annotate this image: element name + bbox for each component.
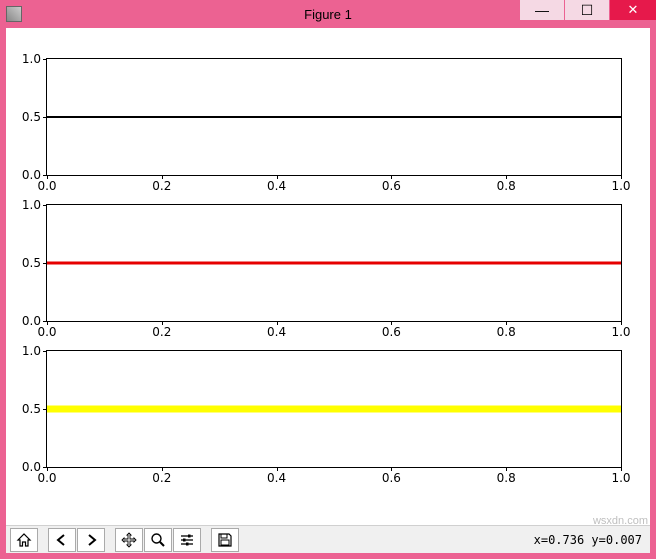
close-button[interactable]: ✕ xyxy=(610,0,656,20)
zoom-button[interactable] xyxy=(144,528,172,552)
matplotlib-toolbar: x=0.736 y=0.007 xyxy=(6,525,650,553)
xtick-label: 0.2 xyxy=(152,325,171,339)
xtick-label: 0.0 xyxy=(37,325,56,339)
home-button[interactable] xyxy=(10,528,38,552)
subplot-2[interactable]: 1.0 0.5 0.0 0.0 0.2 0.4 0.6 0.8 1.0 xyxy=(46,204,622,322)
maximize-button[interactable]: ☐ xyxy=(565,0,609,20)
forward-button[interactable] xyxy=(77,528,105,552)
subplot-3[interactable]: 1.0 0.5 0.0 0.0 0.2 0.4 0.6 0.8 1.0 xyxy=(46,350,622,468)
cursor-coordinates: x=0.736 y=0.007 xyxy=(534,533,646,547)
xtick-label: 1.0 xyxy=(611,325,630,339)
ytick-label: 1.0 xyxy=(22,52,41,66)
figure-canvas[interactable]: 1.0 0.5 0.0 0.0 0.2 0.4 0.6 0.8 1.0 1.0 … xyxy=(6,28,650,525)
xtick-label: 0.4 xyxy=(267,179,286,193)
zoom-icon xyxy=(150,532,166,548)
move-icon xyxy=(121,532,137,548)
xtick-label: 0.8 xyxy=(497,179,516,193)
plot-line-2 xyxy=(47,262,621,265)
plot-line-3 xyxy=(47,406,621,413)
xtick-label: 0.8 xyxy=(497,325,516,339)
xtick-label: 0.0 xyxy=(37,179,56,193)
arrow-left-icon xyxy=(54,532,70,548)
save-icon xyxy=(217,532,233,548)
client-area: 1.0 0.5 0.0 0.0 0.2 0.4 0.6 0.8 1.0 1.0 … xyxy=(6,28,650,553)
titlebar[interactable]: Figure 1 — ☐ ✕ xyxy=(0,0,656,28)
xtick-label: 0.8 xyxy=(497,471,516,485)
configure-subplots-button[interactable] xyxy=(173,528,201,552)
minimize-icon: — xyxy=(535,2,549,18)
close-icon: ✕ xyxy=(628,2,639,18)
plot-line-1 xyxy=(47,116,621,118)
xtick-label: 0.2 xyxy=(152,471,171,485)
xtick-label: 0.2 xyxy=(152,179,171,193)
ytick-label: 0.5 xyxy=(22,402,41,416)
ytick-label: 1.0 xyxy=(22,344,41,358)
back-button[interactable] xyxy=(48,528,76,552)
ytick-label: 0.5 xyxy=(22,110,41,124)
xtick-label: 0.4 xyxy=(267,325,286,339)
maximize-icon: ☐ xyxy=(581,2,594,19)
xtick-label: 0.6 xyxy=(382,471,401,485)
sliders-icon xyxy=(179,532,195,548)
home-icon xyxy=(16,532,32,548)
xtick-label: 1.0 xyxy=(611,179,630,193)
arrow-right-icon xyxy=(83,532,99,548)
xtick-label: 1.0 xyxy=(611,471,630,485)
xtick-label: 0.6 xyxy=(382,179,401,193)
xtick-label: 0.6 xyxy=(382,325,401,339)
xtick-label: 0.0 xyxy=(37,471,56,485)
subplot-1[interactable]: 1.0 0.5 0.0 0.0 0.2 0.4 0.6 0.8 1.0 xyxy=(46,58,622,176)
app-icon xyxy=(6,6,22,22)
ytick-label: 0.5 xyxy=(22,256,41,270)
app-window: Figure 1 — ☐ ✕ 1.0 0.5 0.0 0.0 0.2 0.4 0… xyxy=(0,0,656,559)
pan-button[interactable] xyxy=(115,528,143,552)
window-controls: — ☐ ✕ xyxy=(519,0,656,28)
save-button[interactable] xyxy=(211,528,239,552)
xtick-label: 0.4 xyxy=(267,471,286,485)
ytick-label: 1.0 xyxy=(22,198,41,212)
minimize-button[interactable]: — xyxy=(520,0,564,20)
